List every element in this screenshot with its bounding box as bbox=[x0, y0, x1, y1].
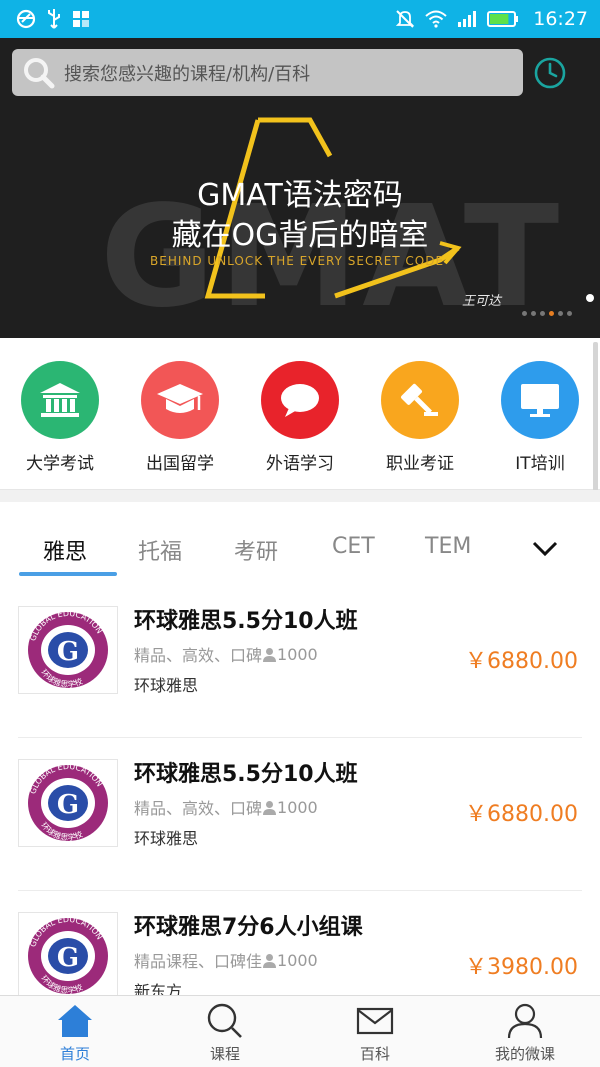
chevron-down-icon bbox=[532, 541, 558, 557]
nav-encyclopedia[interactable]: 百科 bbox=[300, 1002, 450, 1064]
category-label: 大学考试 bbox=[26, 454, 94, 474]
category-label: 外语学习 bbox=[266, 454, 334, 474]
tab-postgrad[interactable]: 考研 bbox=[234, 534, 278, 566]
status-bar-left bbox=[16, 8, 90, 30]
course-card[interactable]: G GLOBAL EDUCATION 环球雅思学校 环球雅思5.5分10人班 精… bbox=[0, 586, 600, 738]
course-logo: G GLOBAL EDUCATION 环球雅思学校 bbox=[18, 606, 118, 694]
banner-dot[interactable] bbox=[558, 311, 563, 316]
person-icon bbox=[262, 647, 277, 662]
category-it-training[interactable]: IT培训 bbox=[485, 361, 595, 474]
nav-courses[interactable]: 课程 bbox=[150, 1002, 300, 1064]
course-tags-row: 精品、高效、口碑 1000 bbox=[134, 795, 318, 819]
category-grid: 大学考试 出国留学 外语学习 职业考证 IT培训 bbox=[0, 338, 600, 490]
search-placeholder: 搜索您感兴趣的课程/机构/百科 bbox=[64, 63, 311, 85]
clock-icon bbox=[534, 57, 566, 89]
person-icon bbox=[262, 953, 277, 968]
home-icon bbox=[55, 1002, 95, 1040]
course-enrollment-count: 1000 bbox=[277, 950, 318, 970]
graduation-cap-icon bbox=[141, 361, 219, 439]
banner-dot[interactable] bbox=[549, 311, 554, 316]
banner-signature: 王可达 bbox=[462, 294, 502, 309]
nav-label: 首页 bbox=[59, 1045, 90, 1063]
category-label: 职业考证 bbox=[386, 454, 454, 474]
speech-bubble-icon bbox=[261, 361, 339, 439]
wifi-icon bbox=[425, 10, 447, 28]
tab-tem[interactable]: TEM bbox=[425, 534, 471, 559]
course-tags-row: 精品课程、口碑佳 1000 bbox=[134, 948, 318, 972]
category-study-abroad[interactable]: 出国留学 bbox=[125, 361, 235, 474]
category-vocational-cert[interactable]: 职业考证 bbox=[365, 361, 475, 474]
category-university-exam[interactable]: 大学考试 bbox=[5, 361, 115, 474]
course-title: 环球雅思7分6人小组课 bbox=[134, 915, 363, 940]
banner-dot[interactable] bbox=[567, 311, 572, 316]
person-icon bbox=[505, 1002, 545, 1040]
nav-label: 我的微课 bbox=[494, 1045, 555, 1063]
banner-title-line2: 藏在OG背后的暗室 bbox=[171, 218, 429, 253]
battery-icon bbox=[487, 10, 519, 28]
exam-tabs: 雅思 托福 考研 CET TEM bbox=[0, 502, 600, 586]
nav-label: 百科 bbox=[359, 1045, 390, 1063]
monitor-icon bbox=[501, 361, 579, 439]
mute-icon bbox=[395, 9, 415, 29]
course-enrollment-count: 1000 bbox=[277, 797, 318, 817]
usb-icon bbox=[46, 8, 62, 30]
course-tags: 精品课程、口碑佳 bbox=[134, 952, 263, 971]
status-time: 16:27 bbox=[533, 8, 588, 30]
divider bbox=[18, 890, 582, 891]
svg-text:G: G bbox=[57, 790, 79, 820]
category-scrollbar[interactable] bbox=[593, 342, 598, 500]
course-logo: G GLOBAL EDUCATION 环球雅思学校 bbox=[18, 759, 118, 847]
course-price: ￥6880.00 bbox=[465, 802, 578, 827]
nav-home[interactable]: 首页 bbox=[0, 1002, 150, 1064]
search-icon bbox=[22, 56, 56, 90]
banner-dot[interactable] bbox=[522, 311, 527, 316]
banner-dot[interactable] bbox=[540, 311, 545, 316]
signal-icon bbox=[457, 10, 477, 28]
status-bar-right: 16:27 bbox=[395, 8, 588, 30]
course-price: ￥3980.00 bbox=[465, 955, 578, 980]
history-clock-button[interactable] bbox=[533, 56, 567, 90]
gavel-icon bbox=[381, 361, 459, 439]
banner-subtitle: BEHIND UNLOCK THE EVERY SECRET CODE bbox=[150, 254, 445, 268]
course-title: 环球雅思5.5分10人班 bbox=[134, 762, 358, 787]
tabs-expand-button[interactable] bbox=[530, 536, 560, 560]
banner-pagination[interactable] bbox=[522, 311, 572, 316]
status-bar: 16:27 bbox=[0, 0, 600, 38]
course-enrollment-count: 1000 bbox=[277, 644, 318, 664]
banner-title-line1: GMAT语法密码 bbox=[197, 178, 403, 213]
banner-edge-dot bbox=[586, 294, 594, 302]
category-label: IT培训 bbox=[515, 454, 565, 474]
course-logo: G GLOBAL EDUCATION 环球雅思学校 bbox=[18, 912, 118, 1000]
course-tags: 精品、高效、口碑 bbox=[134, 646, 263, 665]
nav-label: 课程 bbox=[209, 1045, 240, 1063]
category-label: 出国留学 bbox=[146, 454, 214, 474]
svg-text:G: G bbox=[57, 637, 79, 667]
category-foreign-language[interactable]: 外语学习 bbox=[245, 361, 355, 474]
person-icon bbox=[262, 800, 277, 815]
course-price: ￥6880.00 bbox=[465, 649, 578, 674]
bottom-navigation: 首页 课程 百科 我的微课 bbox=[0, 995, 600, 1067]
active-tab-indicator bbox=[19, 572, 117, 576]
search-icon bbox=[205, 1002, 245, 1040]
search-bar[interactable]: 搜索您感兴趣的课程/机构/百科 bbox=[12, 49, 523, 96]
course-card[interactable]: G GLOBAL EDUCATION 环球雅思学校 环球雅思5.5分10人班 精… bbox=[0, 739, 600, 891]
tab-toefl[interactable]: 托福 bbox=[138, 534, 182, 566]
divider bbox=[18, 737, 582, 738]
tab-ielts[interactable]: 雅思 bbox=[43, 534, 87, 566]
svg-text:G: G bbox=[57, 943, 79, 973]
course-organization: 环球雅思 bbox=[134, 829, 199, 848]
course-tags-row: 精品、高效、口碑 1000 bbox=[134, 642, 318, 666]
app-screen: 16:27 GMAT GMAT语法密码 藏在OG背后的暗室 BEHIND UNL… bbox=[0, 0, 600, 1067]
course-organization: 环球雅思 bbox=[134, 676, 199, 695]
nav-my-courses[interactable]: 我的微课 bbox=[450, 1002, 600, 1064]
banner-dot[interactable] bbox=[531, 311, 536, 316]
university-icon bbox=[21, 361, 99, 439]
app-grid-icon bbox=[72, 10, 90, 28]
tab-cet[interactable]: CET bbox=[332, 534, 375, 559]
browser-icon bbox=[16, 9, 36, 29]
section-separator bbox=[0, 490, 600, 502]
course-tags: 精品、高效、口碑 bbox=[134, 799, 263, 818]
mail-icon bbox=[355, 1002, 395, 1040]
course-title: 环球雅思5.5分10人班 bbox=[134, 609, 358, 634]
